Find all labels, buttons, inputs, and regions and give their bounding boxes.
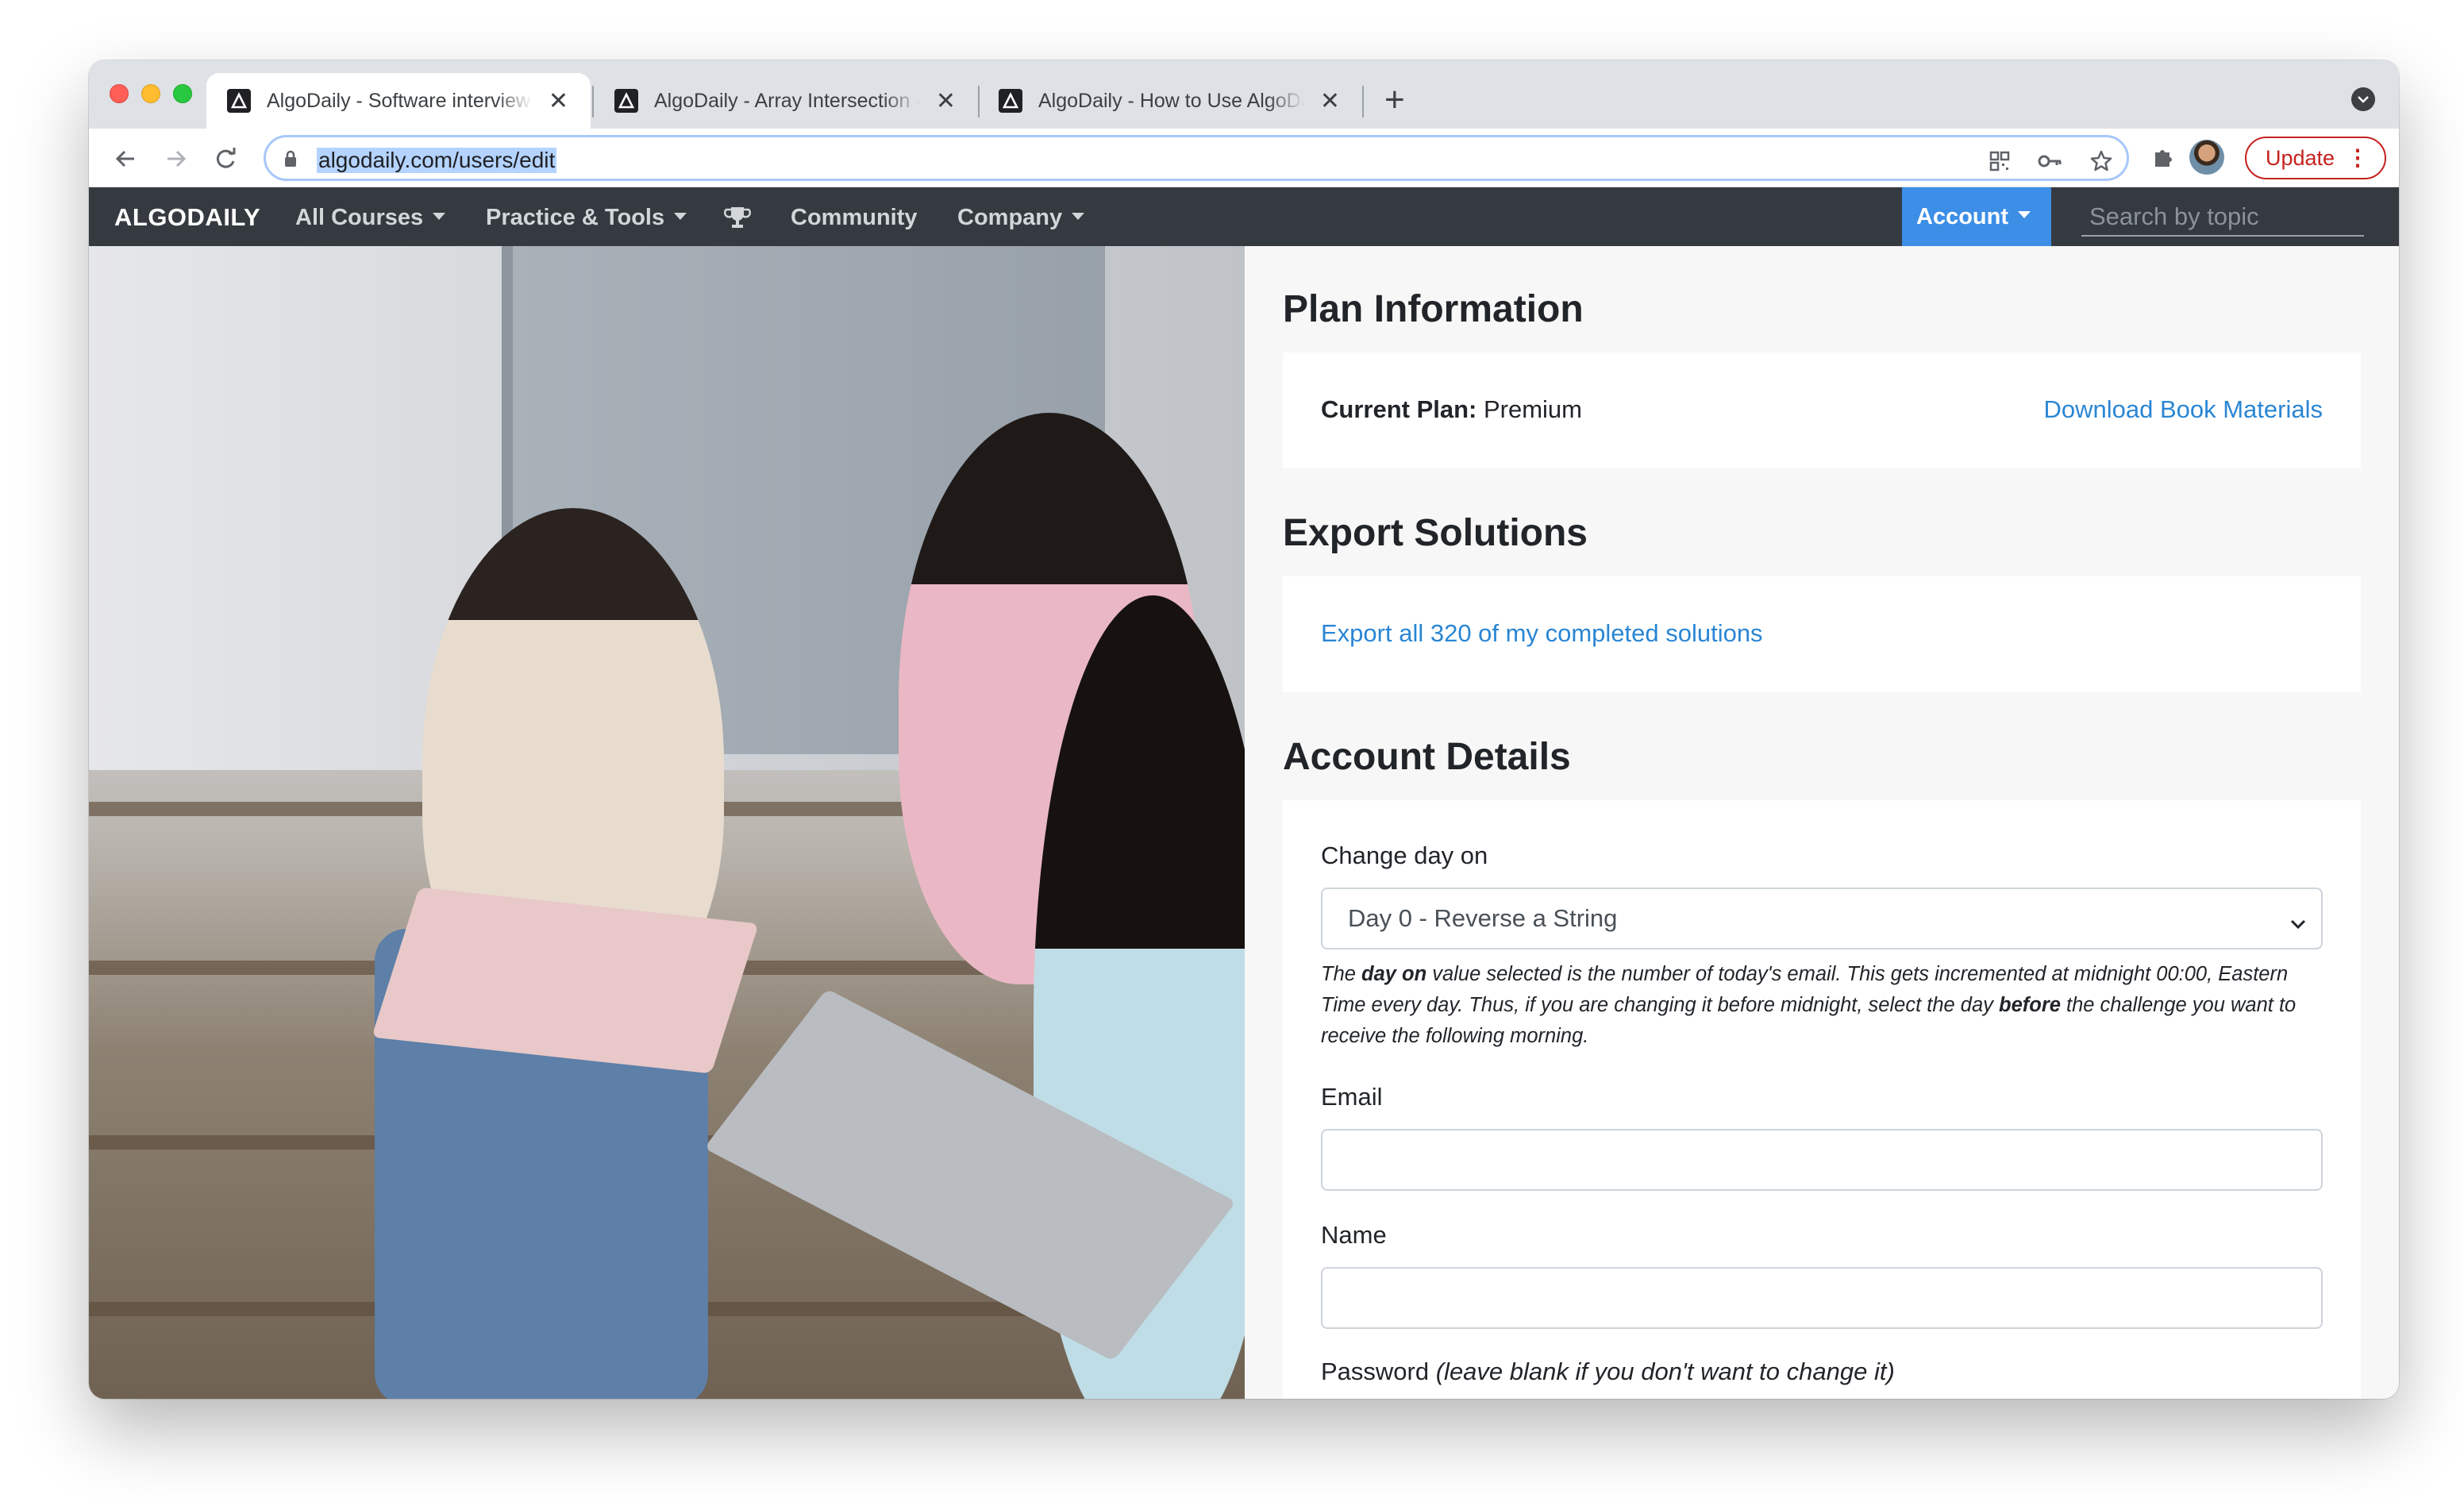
account-label: Account: [1916, 203, 2008, 229]
help-text-bold: day on: [1361, 963, 1427, 985]
nav-all-courses[interactable]: All Courses: [295, 205, 446, 231]
tab-strip: AlgoDaily - Software interview prep made…: [89, 60, 2399, 129]
account-details-heading: Account Details: [1283, 736, 1571, 778]
help-text: The: [1321, 963, 1362, 985]
back-arrow-icon[interactable]: [110, 143, 141, 175]
maximize-window-button[interactable]: [173, 84, 192, 103]
plan-information-heading: Plan Information: [1283, 288, 1584, 330]
address-bar[interactable]: algodaily.com/users/edit: [264, 135, 2129, 181]
nav-practice-tools-label: Practice & Tools: [486, 205, 665, 230]
algodaily-favicon-icon: [999, 89, 1022, 113]
name-field[interactable]: [1321, 1267, 2323, 1329]
trophy-icon[interactable]: [723, 205, 752, 234]
tab-divider: [1362, 86, 1364, 117]
password-label-text: Password: [1321, 1358, 1430, 1385]
nav-company-label: Company: [957, 205, 1063, 230]
star-icon[interactable]: [2089, 148, 2114, 174]
change-day-help-text: The day on value selected is the number …: [1321, 959, 2323, 1052]
current-plan-label: Current Plan:: [1321, 395, 1477, 423]
lock-icon: [283, 150, 298, 171]
browser-toolbar: algodaily.com/users/edit Update ⋮: [89, 129, 2399, 187]
caret-down-icon: [2018, 210, 2031, 218]
algodaily-favicon-icon: [227, 89, 251, 113]
export-solutions-heading: Export Solutions: [1283, 512, 1588, 554]
export-card: Export all 320 of my completed solutions: [1283, 576, 2361, 692]
nav-company[interactable]: Company: [957, 205, 1085, 231]
more-options-icon[interactable]: ⋮: [2347, 146, 2369, 170]
caret-down-icon: [433, 212, 446, 220]
update-button[interactable]: Update ⋮: [2245, 137, 2386, 179]
change-day-value: Day 0 - Reverse a String: [1348, 904, 1618, 932]
nav-practice-tools[interactable]: Practice & Tools: [486, 205, 687, 231]
caret-down-icon: [674, 212, 687, 220]
chevron-down-icon: [2289, 908, 2307, 937]
export-solutions-link[interactable]: Export all 320 of my completed solutions: [1321, 619, 1763, 648]
qr-code-icon[interactable]: [1987, 148, 2012, 174]
key-icon[interactable]: [2038, 148, 2063, 174]
nav-all-courses-label: All Courses: [295, 205, 424, 230]
tab-algodaily-home[interactable]: AlgoDaily - Software interview prep made…: [206, 73, 591, 129]
name-label: Name: [1321, 1221, 1387, 1249]
puzzle-icon[interactable]: [2151, 144, 2177, 174]
current-plan-value: Premium: [1483, 395, 1582, 423]
tab-how-to-use[interactable]: AlgoDaily - How to Use AlgoDaily ✕: [978, 73, 1362, 129]
close-icon[interactable]: ✕: [934, 87, 957, 115]
plus-icon[interactable]: +: [1384, 83, 1405, 117]
update-label: Update: [2266, 145, 2335, 170]
account-dropdown-button[interactable]: Account: [1902, 187, 2051, 246]
download-book-materials-link[interactable]: Download Book Materials: [2043, 395, 2323, 424]
account-details-card: Change day on Day 0 - Reverse a String T…: [1283, 800, 2361, 1399]
forward-arrow-icon[interactable]: [160, 143, 192, 175]
email-field[interactable]: [1321, 1129, 2323, 1191]
site-logo[interactable]: ALGODAILY: [114, 203, 260, 232]
minimize-window-button[interactable]: [141, 84, 160, 103]
tab-title: AlgoDaily - How to Use AlgoDaily: [1038, 89, 1304, 112]
tab-title: AlgoDaily - Array Intersection - Descrip…: [654, 89, 920, 112]
site-navbar: ALGODAILY All Courses Practice & Tools C…: [89, 187, 2399, 246]
close-icon[interactable]: ✕: [1319, 87, 1342, 115]
change-day-select[interactable]: Day 0 - Reverse a String: [1321, 888, 2323, 949]
nav-community[interactable]: Community: [791, 205, 918, 231]
help-text-bold: before: [1999, 994, 2061, 1016]
search-input[interactable]: [2081, 198, 2364, 237]
tab-array-intersection[interactable]: AlgoDaily - Array Intersection - Descrip…: [594, 73, 978, 129]
close-icon[interactable]: ✕: [547, 87, 570, 115]
current-plan: Current Plan: Premium: [1321, 395, 1582, 424]
account-settings-panel: Plan Information Current Plan: Premium D…: [1245, 246, 2399, 1399]
tab-title: AlgoDaily - Software interview prep made…: [267, 89, 533, 112]
change-day-label: Change day on: [1321, 842, 1488, 869]
tab-search-icon[interactable]: [2351, 87, 2375, 111]
avatar[interactable]: [2189, 140, 2224, 175]
caret-down-icon: [1072, 212, 1085, 220]
algodaily-favicon-icon: [614, 89, 638, 113]
reload-icon[interactable]: [210, 143, 241, 175]
email-label: Email: [1321, 1083, 1383, 1111]
password-label: Password (leave blank if you don't want …: [1321, 1358, 1895, 1386]
browser-window: AlgoDaily - Software interview prep made…: [89, 60, 2399, 1399]
close-window-button[interactable]: [110, 84, 129, 103]
password-hint: (leave blank if you don't want to change…: [1435, 1358, 1895, 1385]
url-text[interactable]: algodaily.com/users/edit: [317, 148, 557, 173]
plan-card: Current Plan: Premium Download Book Mate…: [1283, 352, 2361, 468]
hero-photo: [89, 246, 1245, 1399]
